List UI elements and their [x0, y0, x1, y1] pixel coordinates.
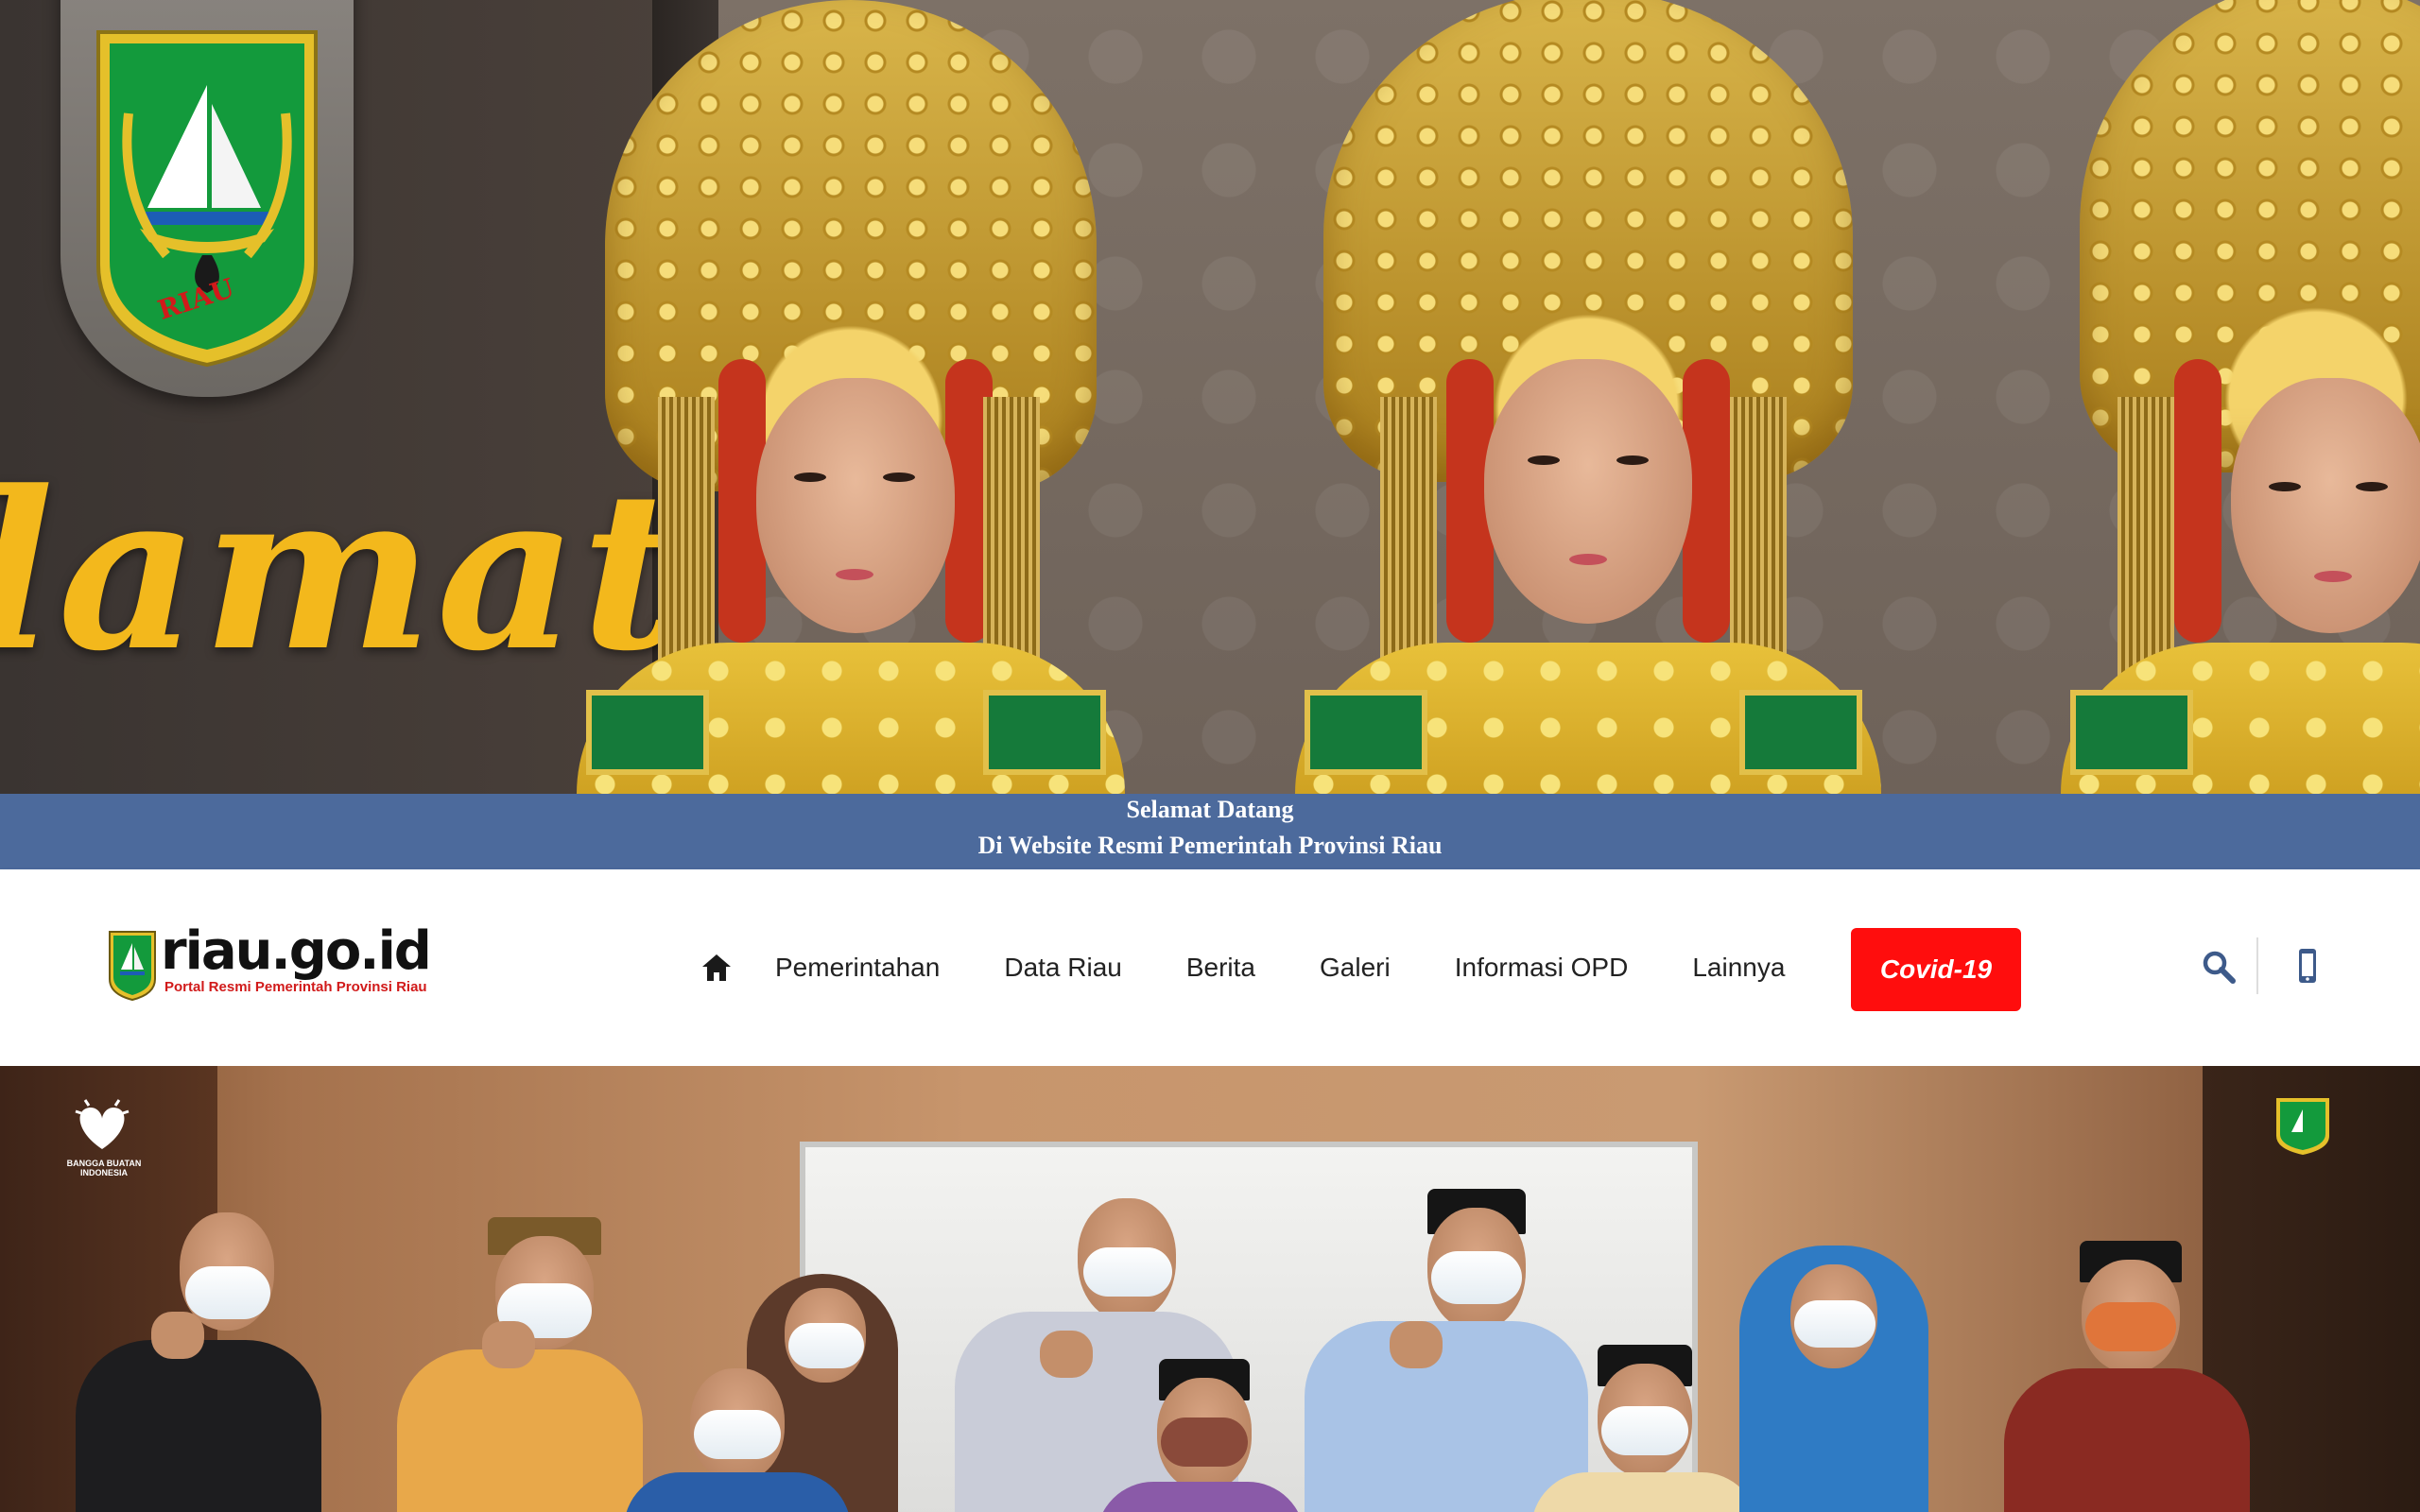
nav-item-pemerintahan[interactable]: Pemerintahan: [775, 953, 940, 983]
hero-banner: RIAU lamat: [0, 0, 2420, 794]
site-logo[interactable]: riau.go.id Portal Resmi Pemerintah Provi…: [108, 920, 432, 1021]
nav-home-link[interactable]: [698, 949, 735, 987]
nav-item-berita[interactable]: Berita: [1186, 953, 1255, 983]
riau-emblem-icon: [96, 30, 318, 368]
photo-person: [1097, 1066, 1305, 1512]
hero-dancer-right: [2061, 0, 2420, 794]
logo-subtitle: Portal Resmi Pemerintah Provinsi Riau: [164, 979, 427, 995]
riau-photo-emblem-icon: [2276, 1098, 2329, 1155]
main-navbar: riau.go.id Portal Resmi Pemerintah Provi…: [0, 869, 2420, 1066]
photo-person: [624, 1066, 851, 1512]
welcome-title: Selamat Datang: [1126, 796, 1294, 823]
welcome-subtitle: Di Website Resmi Pemerintah Provinsi Ria…: [977, 832, 1443, 859]
featured-news-photo[interactable]: BANGGA BUATAN INDONESIA: [0, 1066, 2420, 1512]
nav-item-informasi-opd[interactable]: Informasi OPD: [1455, 953, 1629, 983]
hero-dancer-left: [567, 0, 1134, 794]
logo-title: riau.go.id: [161, 920, 432, 982]
welcome-strip: Selamat Datang Di Website Resmi Pemerint…: [0, 794, 2420, 869]
hero-dancer-center: [1286, 0, 1891, 794]
photo-person: [397, 1066, 643, 1512]
mobile-phone-icon[interactable]: [2291, 947, 2324, 985]
photo-person: [2004, 1066, 2250, 1512]
search-icon[interactable]: [2201, 949, 2237, 985]
covid-19-button[interactable]: Covid-19: [1851, 928, 2021, 1011]
riau-logo-emblem-icon: [109, 931, 156, 1002]
photo-person: [76, 1066, 321, 1512]
nav-item-data-riau[interactable]: Data Riau: [1004, 953, 1122, 983]
home-icon: [702, 954, 731, 981]
photo-person: [1702, 1066, 1966, 1512]
nav-item-lainnya[interactable]: Lainnya: [1692, 953, 1785, 983]
nav-menu: Pemerintahan Data Riau Berita Galeri Inf…: [698, 869, 1849, 1066]
nav-item-galeri[interactable]: Galeri: [1320, 953, 1391, 983]
nav-divider: [2256, 937, 2258, 994]
